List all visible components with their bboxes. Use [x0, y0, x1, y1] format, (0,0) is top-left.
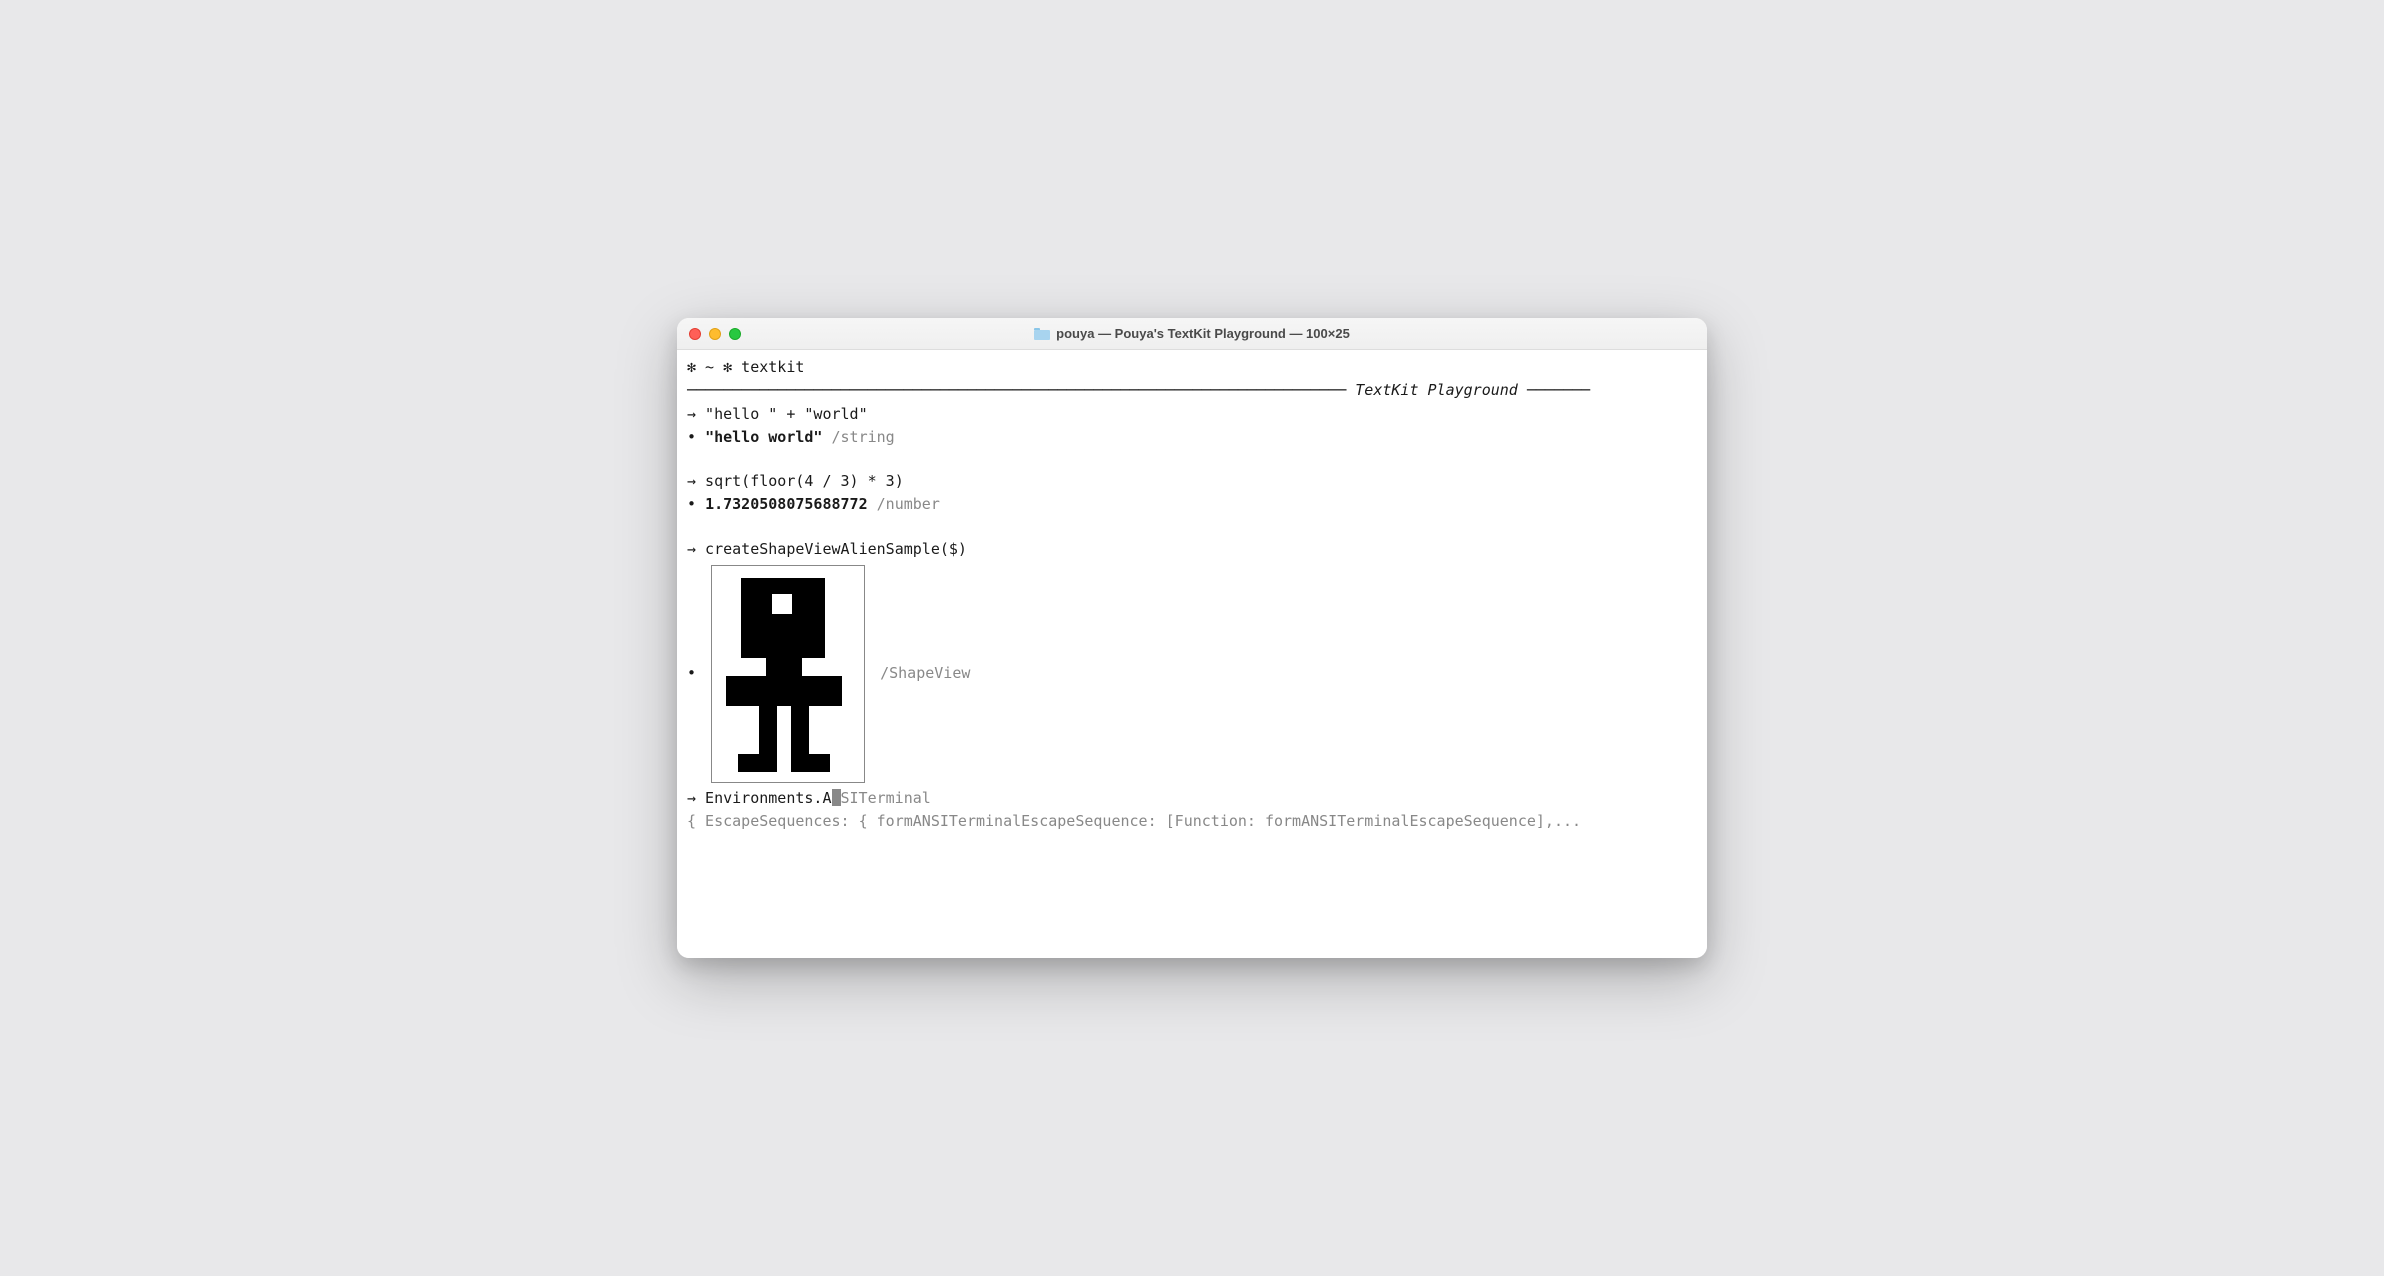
- traffic-lights: [689, 328, 741, 340]
- preview-line: { EscapeSequences: { formANSITerminalEsc…: [687, 810, 1697, 833]
- output-bullet: •: [687, 662, 705, 685]
- output-line-2: • 1.7320508075688772 /number: [687, 493, 1697, 516]
- input-line-4[interactable]: → Environments.A SITerminal: [687, 787, 1697, 810]
- prompt-header: ✻ ~ ✻ textkit: [687, 356, 1697, 379]
- output-type-3: /ShapeView: [871, 662, 970, 685]
- close-button[interactable]: [689, 328, 701, 340]
- titlebar[interactable]: pouya — Pouya's TextKit Playground — 100…: [677, 318, 1707, 350]
- output-value-1: "hello world": [705, 426, 822, 449]
- banner-label: TextKit Playground: [1355, 381, 1518, 399]
- current-input-typed: → Environments.A: [687, 787, 832, 810]
- cursor: [832, 789, 841, 806]
- output-bullet: •: [687, 426, 705, 449]
- title-wrap: pouya — Pouya's TextKit Playground — 100…: [677, 326, 1707, 341]
- input-line-3: → createShapeViewAlienSample($): [687, 538, 1697, 561]
- window-title: pouya — Pouya's TextKit Playground — 100…: [1056, 326, 1350, 341]
- output-bullet: •: [687, 493, 705, 516]
- blank-line: [687, 449, 1697, 470]
- terminal-window: pouya — Pouya's TextKit Playground — 100…: [677, 318, 1707, 958]
- output-type-1: /string: [822, 426, 894, 449]
- output-type-2: /number: [868, 493, 940, 516]
- minimize-button[interactable]: [709, 328, 721, 340]
- terminal-content[interactable]: ✻ ~ ✻ textkit ──────────────────────────…: [677, 350, 1707, 958]
- input-line-1: → "hello " + "world": [687, 403, 1697, 426]
- shapeview-box: [711, 565, 865, 783]
- folder-icon: [1034, 328, 1050, 340]
- output-line-3: •: [687, 561, 1697, 787]
- banner-line: ────────────────────────────────────────…: [687, 379, 1697, 402]
- autocomplete-suggestion: SITerminal: [841, 787, 931, 810]
- output-line-1: • "hello world" /string: [687, 426, 1697, 449]
- output-value-2: 1.7320508075688772: [705, 493, 868, 516]
- alien-shape: [712, 566, 864, 782]
- input-line-2: → sqrt(floor(4 / 3) * 3): [687, 470, 1697, 493]
- maximize-button[interactable]: [729, 328, 741, 340]
- blank-line: [687, 517, 1697, 538]
